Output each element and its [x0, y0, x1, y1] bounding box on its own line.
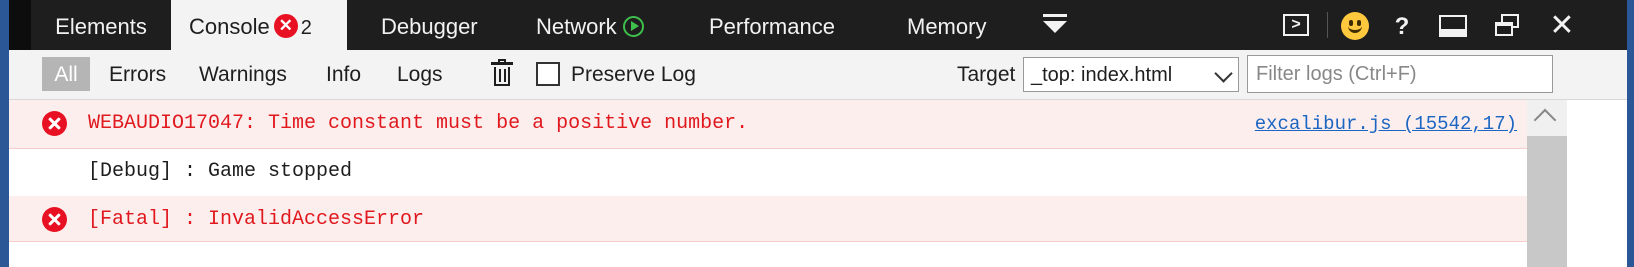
tab-network[interactable]: Network	[536, 0, 644, 50]
error-icon	[42, 111, 67, 136]
undock-window-icon[interactable]	[1495, 14, 1521, 38]
filter-errors-label: Errors	[109, 63, 167, 86]
undock-front-window	[1495, 22, 1513, 36]
chevron-down-icon	[1214, 64, 1233, 83]
window-frame-left	[0, 0, 9, 267]
feedback-smiley-icon[interactable]	[1341, 12, 1369, 40]
tab-elements[interactable]: Elements	[31, 0, 171, 50]
console-glyph: >	[1291, 16, 1301, 33]
scroll-up-arrow-icon[interactable]	[1533, 108, 1557, 132]
dock-bottom-icon[interactable]	[1439, 15, 1467, 37]
preserve-log-label[interactable]: Preserve Log	[571, 57, 696, 91]
console-scrollbar[interactable]	[1527, 100, 1567, 267]
filter-errors-button[interactable]: Errors	[109, 57, 166, 91]
console-message-error[interactable]: WEBAUDIO17047: Time constant must be a p…	[9, 100, 1527, 149]
console-error-count: 2	[300, 17, 312, 39]
filter-warnings-label: Warnings	[199, 63, 287, 86]
console-output: WEBAUDIO17047: Time constant must be a p…	[9, 100, 1627, 267]
tab-performance[interactable]: Performance	[709, 0, 835, 50]
tab-memory[interactable]: Memory	[907, 0, 986, 50]
smiley-mouth	[1348, 26, 1362, 33]
trash-can	[494, 67, 510, 86]
filter-all-label: All	[54, 63, 78, 86]
filter-info-label: Info	[326, 63, 362, 86]
preserve-log-checkbox[interactable]	[536, 62, 560, 86]
error-icon	[42, 207, 67, 232]
error-badge-icon: ✕	[273, 14, 298, 39]
devtools-window: Elements Console ✕ 2 Debugger Network Perf…	[9, 0, 1627, 267]
tab-console[interactable]: Console ✕ 2	[171, 0, 347, 50]
tab-elements-label: Elements	[55, 14, 147, 39]
more-tools-bar	[1043, 14, 1067, 17]
devtools-tab-bar: Elements Console ✕ 2 Debugger Network Perf…	[9, 0, 1627, 50]
tab-memory-label: Memory	[907, 14, 987, 39]
tab-bar-edge	[9, 0, 31, 50]
tab-performance-label: Performance	[709, 14, 835, 39]
network-recording-play-icon	[622, 15, 644, 37]
filter-all-button[interactable]: All	[42, 57, 90, 91]
trash-lid	[491, 62, 513, 65]
tab-console-label: Console	[189, 14, 270, 39]
help-glyph: ?	[1394, 13, 1410, 40]
source-link[interactable]: excalibur.js (15542,17)	[1255, 100, 1517, 148]
filter-warnings-button[interactable]: Warnings	[199, 57, 287, 91]
close-devtools-icon[interactable]: ✕	[1549, 0, 1575, 50]
toolbar-separator	[1327, 12, 1328, 38]
console-toggle-icon[interactable]: >	[1279, 0, 1313, 50]
filter-logs-button[interactable]: Logs	[397, 57, 443, 91]
more-tools-dropdown-icon[interactable]	[1035, 0, 1075, 50]
tab-network-label: Network	[536, 14, 617, 39]
help-icon[interactable]: ?	[1391, 0, 1413, 50]
target-select[interactable]: _top: index.html	[1023, 57, 1239, 92]
tab-debugger[interactable]: Debugger	[381, 0, 478, 50]
console-glyph-box: >	[1283, 14, 1309, 36]
console-message-debug[interactable]: [Debug] : Game stopped	[9, 148, 1527, 197]
more-tools-triangle	[1043, 21, 1067, 33]
filter-info-button[interactable]: Info	[326, 57, 361, 91]
console-message-text: WEBAUDIO17047: Time constant must be a p…	[88, 112, 749, 135]
console-message-text: [Debug] : Game stopped	[88, 160, 353, 183]
filter-logs-input[interactable]	[1247, 55, 1553, 93]
target-label: Target	[957, 63, 1016, 86]
console-message-text: [Fatal] : InvalidAccessError	[88, 208, 425, 231]
tab-debugger-label: Debugger	[381, 14, 478, 39]
window-frame-right	[1627, 0, 1634, 267]
close-glyph: ✕	[1549, 9, 1575, 42]
clear-console-trash-icon[interactable]	[490, 59, 514, 88]
console-message-error[interactable]: [Fatal] : InvalidAccessError	[9, 196, 1527, 242]
target-select-value: _top: index.html	[1031, 64, 1173, 86]
filter-logs-label: Logs	[397, 63, 443, 86]
console-filter-toolbar: All Errors Warnings Info Logs Preserve L…	[9, 50, 1627, 100]
scrollbar-thumb[interactable]	[1527, 136, 1567, 267]
